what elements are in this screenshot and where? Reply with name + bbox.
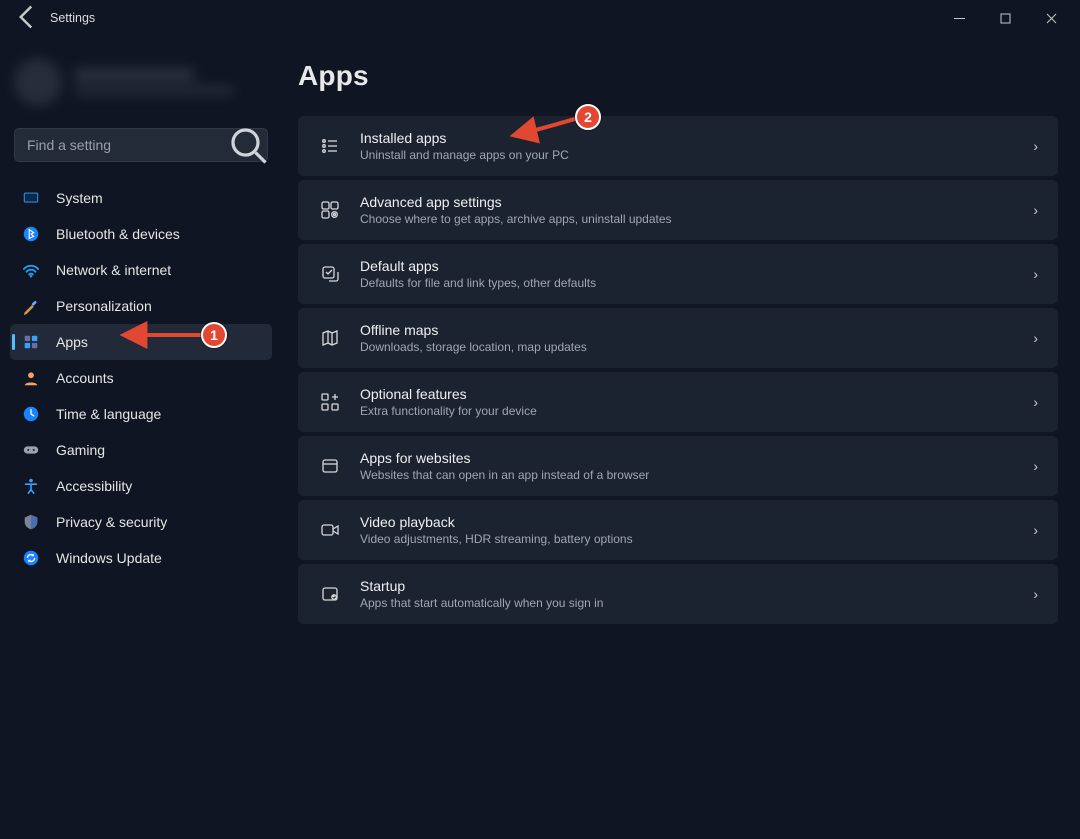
search-wrapper — [14, 128, 268, 162]
row-subtitle: Downloads, storage location, map updates — [360, 340, 1015, 354]
video-icon — [318, 520, 342, 540]
row-subtitle: Extra functionality for your device — [360, 404, 1015, 418]
sidebar-item-system[interactable]: System — [10, 180, 272, 216]
chevron-right-icon: › — [1033, 458, 1038, 474]
back-button[interactable] — [12, 3, 40, 34]
row-title: Optional features — [360, 386, 1015, 402]
chevron-right-icon: › — [1033, 330, 1038, 346]
gaming-icon — [20, 439, 42, 461]
sidebar-item-apps[interactable]: Apps — [10, 324, 272, 360]
sidebar-item-update[interactable]: Windows Update — [10, 540, 272, 576]
row-title: Apps for websites — [360, 450, 1015, 466]
chevron-right-icon: › — [1033, 522, 1038, 538]
row-title: Video playback — [360, 514, 1015, 530]
wifi-icon — [20, 259, 42, 281]
sidebar-item-label: Network & internet — [56, 262, 171, 278]
row-apps-for-websites[interactable]: Apps for websites Websites that can open … — [298, 436, 1058, 496]
sidebar-item-label: Privacy & security — [56, 514, 167, 530]
add-grid-icon — [318, 392, 342, 412]
sidebar-item-bluetooth[interactable]: Bluetooth & devices — [10, 216, 272, 252]
sidebar-item-gaming[interactable]: Gaming — [10, 432, 272, 468]
sidebar-item-label: Personalization — [56, 298, 152, 314]
row-startup[interactable]: Startup Apps that start automatically whe… — [298, 564, 1058, 624]
sidebar-item-network[interactable]: Network & internet — [10, 252, 272, 288]
user-icon — [20, 367, 42, 389]
apps-gear-icon — [318, 200, 342, 220]
map-icon — [318, 328, 342, 348]
default-apps-icon — [318, 264, 342, 284]
row-subtitle: Video adjustments, HDR streaming, batter… — [360, 532, 1015, 546]
row-title: Installed apps — [360, 130, 1015, 146]
sidebar-item-label: Apps — [56, 334, 88, 350]
annotation-badge-1: 1 — [201, 322, 227, 348]
row-title: Advanced app settings — [360, 194, 1015, 210]
sidebar-item-label: Accessibility — [56, 478, 132, 494]
chevron-right-icon: › — [1033, 138, 1038, 154]
chevron-right-icon: › — [1033, 586, 1038, 602]
maximize-button[interactable] — [982, 2, 1028, 34]
row-title: Offline maps — [360, 322, 1015, 338]
system-icon — [20, 187, 42, 209]
sidebar-item-label: Windows Update — [56, 550, 162, 566]
row-optional-features[interactable]: Optional features Extra functionality for… — [298, 372, 1058, 432]
settings-list: Installed apps Uninstall and manage apps … — [298, 116, 1058, 624]
page-title: Apps — [298, 60, 1058, 92]
sidebar-item-accounts[interactable]: Accounts — [10, 360, 272, 396]
clock-icon — [20, 403, 42, 425]
list-icon — [318, 136, 342, 156]
window-icon — [318, 456, 342, 476]
chevron-right-icon: › — [1033, 266, 1038, 282]
row-installed-apps[interactable]: Installed apps Uninstall and manage apps … — [298, 116, 1058, 176]
sidebar-item-label: Bluetooth & devices — [56, 226, 180, 242]
chevron-right-icon: › — [1033, 202, 1038, 218]
row-default-apps[interactable]: Default apps Defaults for file and link t… — [298, 244, 1058, 304]
annotation-badge-2: 2 — [575, 104, 601, 130]
row-subtitle: Defaults for file and link types, other … — [360, 276, 1015, 290]
sidebar: System Bluetooth & devices Network & int… — [0, 36, 280, 839]
sidebar-item-label: Time & language — [56, 406, 161, 422]
sidebar-item-label: Gaming — [56, 442, 105, 458]
row-advanced-app-settings[interactable]: Advanced app settings Choose where to get… — [298, 180, 1058, 240]
sidebar-item-label: System — [56, 190, 103, 206]
chevron-right-icon: › — [1033, 394, 1038, 410]
content: Apps Installed apps Uninstall and manage … — [280, 36, 1080, 839]
user-profile[interactable] — [14, 50, 268, 114]
shield-icon — [20, 511, 42, 533]
close-button[interactable] — [1028, 2, 1074, 34]
window-title: Settings — [50, 11, 95, 25]
sidebar-item-privacy[interactable]: Privacy & security — [10, 504, 272, 540]
update-icon — [20, 547, 42, 569]
row-subtitle: Websites that can open in an app instead… — [360, 468, 1015, 482]
paint-icon — [20, 295, 42, 317]
sidebar-item-personalization[interactable]: Personalization — [10, 288, 272, 324]
startup-icon — [318, 584, 342, 604]
apps-icon — [20, 331, 42, 353]
sidebar-item-label: Accounts — [56, 370, 114, 386]
row-subtitle: Choose where to get apps, archive apps, … — [360, 212, 1015, 226]
minimize-button[interactable] — [936, 2, 982, 34]
row-title: Startup — [360, 578, 1015, 594]
row-offline-maps[interactable]: Offline maps Downloads, storage location,… — [298, 308, 1058, 368]
row-subtitle: Uninstall and manage apps on your PC — [360, 148, 1015, 162]
row-title: Default apps — [360, 258, 1015, 274]
bluetooth-icon — [20, 223, 42, 245]
accessibility-icon — [20, 475, 42, 497]
titlebar: Settings — [0, 0, 1080, 36]
search-button[interactable] — [228, 128, 268, 162]
avatar — [14, 58, 62, 106]
row-subtitle: Apps that start automatically when you s… — [360, 596, 1015, 610]
row-video-playback[interactable]: Video playback Video adjustments, HDR str… — [298, 500, 1058, 560]
sidebar-item-accessibility[interactable]: Accessibility — [10, 468, 272, 504]
nav: System Bluetooth & devices Network & int… — [10, 180, 272, 576]
sidebar-item-time[interactable]: Time & language — [10, 396, 272, 432]
